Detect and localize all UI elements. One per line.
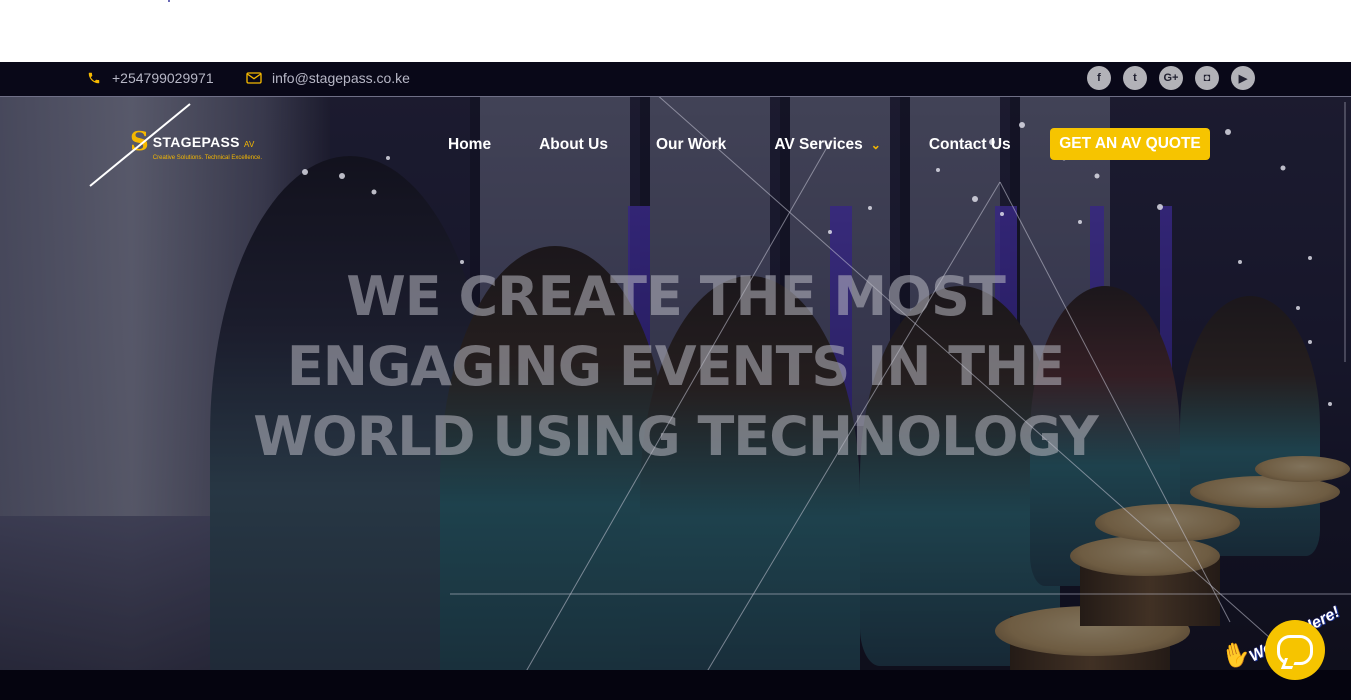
nav-item-about-us[interactable]: About Us: [539, 136, 608, 154]
nav-label: About Us: [539, 136, 608, 153]
top-contact-bar: +254799029971 info@stagepass.co.ke f t G…: [0, 62, 1351, 97]
logo-suffix: AV: [243, 140, 255, 149]
nav-label: Our Work: [655, 136, 727, 153]
nav-item-contact-us[interactable]: Contact Us: [929, 136, 1011, 154]
hero-line: WORLD USING TECHNOLOGY: [253, 405, 1099, 468]
google-plus-icon[interactable]: G+: [1159, 66, 1183, 90]
email-contact[interactable]: info@stagepass.co.ke: [246, 70, 410, 86]
stray-dot: [168, 0, 170, 2]
nav-item-our-work[interactable]: Our Work: [656, 136, 726, 154]
hero-headline: WE CREATE THE MOST ENGAGING EVENTS IN TH…: [0, 262, 1351, 472]
page-top-blank: [0, 0, 1351, 62]
get-av-quote-button[interactable]: GET AN AV QUOTE: [1050, 128, 1210, 160]
hero-bottom-strip: [0, 670, 1351, 700]
nav-item-av-services[interactable]: AV Services ⌄: [774, 136, 881, 154]
chevron-down-icon: ⌄: [870, 138, 881, 152]
phone-icon: [86, 70, 102, 86]
decorative-slash: [89, 103, 191, 187]
hero-line: WE CREATE THE MOST: [346, 265, 1006, 328]
phone-number: +254799029971: [112, 70, 214, 86]
nav-item-home[interactable]: Home: [448, 136, 491, 154]
chat-widget-button[interactable]: [1265, 620, 1325, 680]
email-address: info@stagepass.co.ke: [272, 70, 410, 86]
main-navigation: S STAGEPASS AV Creative Solutions. Techn…: [0, 98, 1351, 188]
nav-label: Home: [448, 136, 492, 153]
nav-menu: Home About Us Our Work AV Services ⌄ Cont…: [448, 136, 1059, 154]
phone-contact[interactable]: +254799029971: [86, 70, 214, 86]
instagram-icon[interactable]: ◘: [1195, 66, 1219, 90]
facebook-icon[interactable]: f: [1087, 66, 1111, 90]
nav-label: AV Services: [774, 136, 863, 153]
twitter-icon[interactable]: t: [1123, 66, 1147, 90]
site-header-hero: +254799029971 info@stagepass.co.ke f t G…: [0, 62, 1351, 700]
chat-bubble-icon: [1277, 635, 1313, 665]
envelope-icon: [246, 70, 262, 86]
social-links: f t G+ ◘ ▶: [1087, 66, 1255, 90]
nav-label: Contact Us: [928, 136, 1011, 153]
hero-line: ENGAGING EVENTS IN THE: [286, 335, 1065, 398]
youtube-icon[interactable]: ▶: [1231, 66, 1255, 90]
